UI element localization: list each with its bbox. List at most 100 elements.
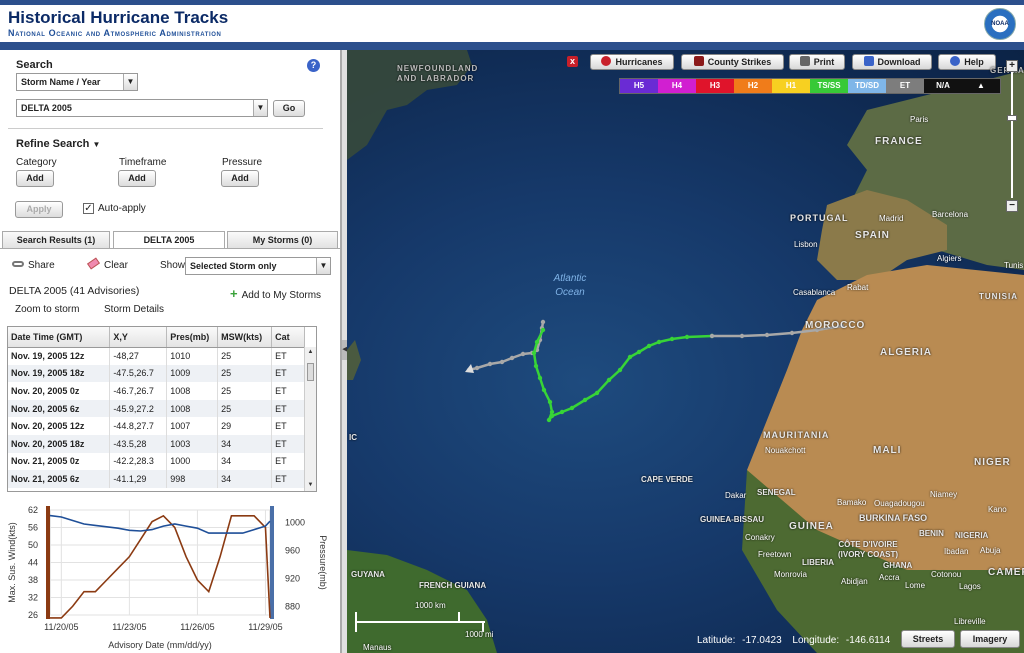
col-msw[interactable]: MSW(kts) (217, 327, 273, 348)
track-point[interactable] (594, 390, 600, 396)
show-select[interactable]: Selected Storm only ▼ (185, 257, 331, 275)
track-point[interactable] (531, 350, 537, 356)
apply-button[interactable]: Apply (15, 201, 63, 218)
track-point[interactable] (509, 355, 515, 361)
track-point[interactable] (709, 333, 715, 339)
legend-item[interactable]: H3 (696, 79, 734, 93)
streets-button[interactable]: Streets (901, 630, 955, 648)
table-row[interactable]: Nov. 20, 2005 6z -45.9,27.2 1008 25 ET (8, 399, 305, 418)
download-button[interactable]: Download (852, 54, 932, 70)
add-pressure-button[interactable]: Add (221, 170, 259, 187)
add-to-my-storms-button[interactable]: + Add to My Storms (230, 286, 321, 301)
legend-item[interactable]: N/A (924, 79, 962, 93)
close-toolbar-icon[interactable]: x (567, 56, 578, 67)
track-point[interactable] (537, 375, 543, 381)
col-cat[interactable]: Cat (271, 327, 305, 348)
track-point[interactable] (520, 351, 526, 357)
col-pressure[interactable]: Pres(mb) (166, 327, 219, 348)
track-point[interactable] (487, 361, 493, 367)
zoom-in-icon[interactable]: + (1006, 60, 1018, 72)
table-row[interactable]: Nov. 20, 2005 18z -43.5,28 1003 34 ET (8, 434, 305, 453)
zoom-control[interactable]: + − (1006, 60, 1018, 212)
share-button[interactable]: Share (12, 260, 55, 271)
track-point[interactable] (534, 339, 540, 345)
track-segment-et[interactable] (468, 321, 545, 372)
track-segment-ts[interactable] (532, 329, 713, 421)
imagery-button[interactable]: Imagery (960, 630, 1020, 648)
track-point[interactable] (789, 330, 795, 336)
scroll-up-icon[interactable]: ▲ (305, 347, 316, 358)
search-help-icon[interactable]: ? (307, 59, 320, 72)
chevron-down-icon[interactable]: ▼ (316, 258, 330, 274)
legend-item[interactable]: ET (886, 79, 924, 93)
track-point[interactable] (569, 405, 575, 411)
legend-item[interactable]: ▲ (962, 79, 1000, 93)
legend-item[interactable]: H5 (620, 79, 658, 93)
track-point[interactable] (617, 367, 623, 373)
track-point[interactable] (547, 399, 553, 405)
print-button[interactable]: Print (789, 54, 845, 70)
tab-my-storms[interactable]: My Storms (0) (227, 231, 338, 249)
label-atlantic-ocean: Atlantic Ocean (553, 273, 587, 298)
legend-item[interactable]: TD/SD (848, 79, 886, 93)
table-row[interactable]: Nov. 20, 2005 0z -46.7,26.7 1008 25 ET (8, 382, 305, 400)
storm-details-link[interactable]: Storm Details (104, 304, 164, 315)
tab-search-results[interactable]: Search Results (1) (2, 231, 110, 249)
track-point[interactable] (646, 343, 652, 349)
table-row[interactable]: Nov. 19, 2005 18z -47.5,26.7 1009 25 ET (8, 364, 305, 383)
track-point[interactable] (627, 354, 633, 360)
track-point[interactable] (533, 363, 539, 369)
noaa-logo[interactable]: NOAA (984, 8, 1016, 40)
track-point[interactable] (541, 387, 547, 393)
chevron-down-icon[interactable]: ▼ (123, 74, 137, 90)
zoom-track[interactable] (1011, 72, 1013, 198)
col-xy[interactable]: X,Y (109, 327, 168, 348)
track-point[interactable] (764, 332, 770, 338)
search-mode-select[interactable]: Storm Name / Year ▼ (16, 73, 138, 91)
auto-apply-checkbox[interactable]: ✓ (83, 203, 94, 214)
col-datetime[interactable]: Date Time (GMT) (8, 327, 111, 348)
chevron-down-icon[interactable]: ▼ (253, 100, 267, 116)
track-point[interactable] (540, 327, 546, 333)
track-point[interactable] (739, 333, 745, 339)
track-point[interactable] (669, 336, 675, 342)
track-point[interactable] (656, 339, 662, 345)
track-point[interactable] (546, 417, 552, 423)
zoom-to-storm-link[interactable]: Zoom to storm (15, 304, 79, 315)
track-point[interactable] (684, 334, 690, 340)
storm-name-input[interactable]: DELTA 2005 ▼ (16, 99, 268, 117)
clear-button[interactable]: Clear (86, 257, 128, 271)
refine-heading[interactable]: Refine Search ▼ (16, 138, 100, 150)
track-point[interactable] (474, 365, 480, 371)
help-button[interactable]: Help (938, 54, 996, 70)
table-row[interactable]: Nov. 19, 2005 12z -48,27 1010 25 ET (8, 347, 305, 365)
y2-tick-label: 1000 (285, 518, 305, 528)
scroll-down-icon[interactable]: ▼ (305, 480, 316, 491)
track-point[interactable] (582, 397, 588, 403)
legend-item[interactable]: H2 (734, 79, 772, 93)
legend-item[interactable]: TS/SS (810, 79, 848, 93)
track-point[interactable] (559, 409, 565, 415)
county-strikes-button[interactable]: County Strikes (681, 54, 784, 70)
legend-item[interactable]: H1 (772, 79, 810, 93)
track-point[interactable] (549, 413, 555, 419)
go-button[interactable]: Go (273, 100, 305, 117)
add-timeframe-button[interactable]: Add (118, 170, 156, 187)
table-row[interactable]: Nov. 21, 2005 6z -41.1,29 998 34 ET (8, 470, 305, 488)
table-row[interactable]: Nov. 20, 2005 12z -44.8,27.7 1007 29 ET (8, 417, 305, 435)
table-row[interactable]: Nov. 21, 2005 0z -42.2,28.3 1000 34 ET (8, 452, 305, 471)
map-view[interactable]: x Hurricanes County Strikes Print Downlo… (347, 50, 1024, 653)
zoom-slider-handle[interactable] (1007, 115, 1017, 121)
scroll-thumb[interactable] (307, 363, 314, 381)
track-point[interactable] (606, 377, 612, 383)
track-point[interactable] (636, 349, 642, 355)
track-point[interactable] (549, 409, 555, 415)
tab-storm-delta[interactable]: DELTA 2005 (113, 231, 225, 249)
track-point[interactable] (540, 319, 546, 325)
table-scrollbar[interactable]: ▲ ▼ (304, 347, 316, 491)
add-category-button[interactable]: Add (16, 170, 54, 187)
zoom-out-icon[interactable]: − (1006, 200, 1018, 212)
legend-item[interactable]: H4 (658, 79, 696, 93)
hurricanes-button[interactable]: Hurricanes (590, 54, 674, 70)
track-point[interactable] (499, 359, 505, 365)
